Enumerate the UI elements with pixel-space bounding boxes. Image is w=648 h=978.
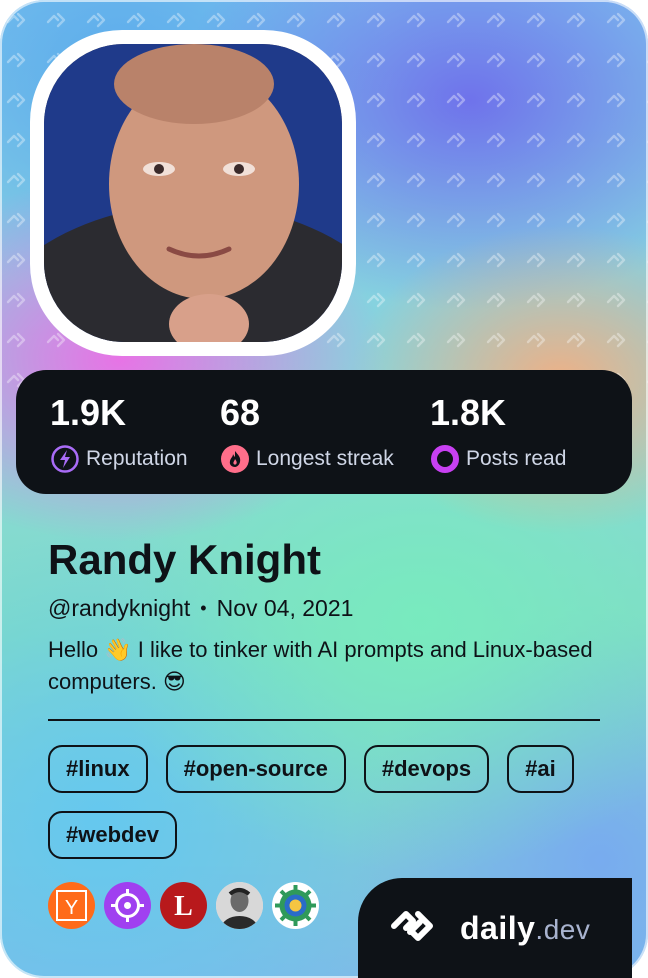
separator-dot: • [200,598,207,618]
daily-dev-logo-icon [388,906,452,951]
eye-ring-icon [430,444,460,474]
stat-posts-read: 1.8K Posts read [430,394,566,474]
stat-longest-streak: 68 Longest streak [220,394,394,474]
avatar[interactable] [44,44,342,342]
stats-panel: 1.9K Reputation 68 Longest streak 1.8K P… [16,370,632,494]
lightning-icon [50,444,80,474]
profile-name: Randy Knight [48,536,321,583]
posts-read-label: Posts read [466,447,567,470]
flame-icon [220,444,250,474]
profile-handle[interactable]: @randyknight [48,595,190,622]
daily-dev-brand[interactable]: daily.dev [358,878,632,978]
divider [48,719,600,721]
brand-word: daily [460,909,536,946]
tag-open-source[interactable]: #open-source [165,745,346,793]
crosshair-source-icon[interactable] [104,882,151,929]
tag-devops[interactable]: #devops [363,745,490,793]
brand-wordmark: daily.dev [460,910,590,947]
person-source-icon[interactable] [216,882,263,929]
tag-webdev[interactable]: #webdev [48,811,177,859]
brand-suffix: .dev [535,913,591,945]
streak-label: Longest streak [256,447,394,470]
reputation-label: Reputation [86,447,188,470]
sources-list: Y L [48,882,319,929]
tag-ai[interactable]: #ai [507,745,574,793]
y-source-icon[interactable]: Y [48,882,95,929]
l-letter: L [174,891,193,922]
l-source-icon[interactable]: L [160,882,207,929]
streak-value: 68 [220,392,261,433]
reputation-value: 1.9K [50,392,127,433]
handle-row: @randyknight • Nov 04, 2021 [48,595,353,622]
profile-bio: Hello 👋 I like to tinker with AI prompts… [48,637,593,694]
gear-source-icon[interactable] [272,882,319,929]
avatar-frame [30,30,356,356]
y-letter: Y [65,897,78,919]
tags-list: #linux #open-source #devops #ai #webdev [48,745,608,859]
posts-read-value: 1.8K [430,392,507,433]
joined-date: Nov 04, 2021 [216,595,354,621]
stat-reputation: 1.9K Reputation [50,394,188,474]
tag-linux[interactable]: #linux [48,745,148,793]
